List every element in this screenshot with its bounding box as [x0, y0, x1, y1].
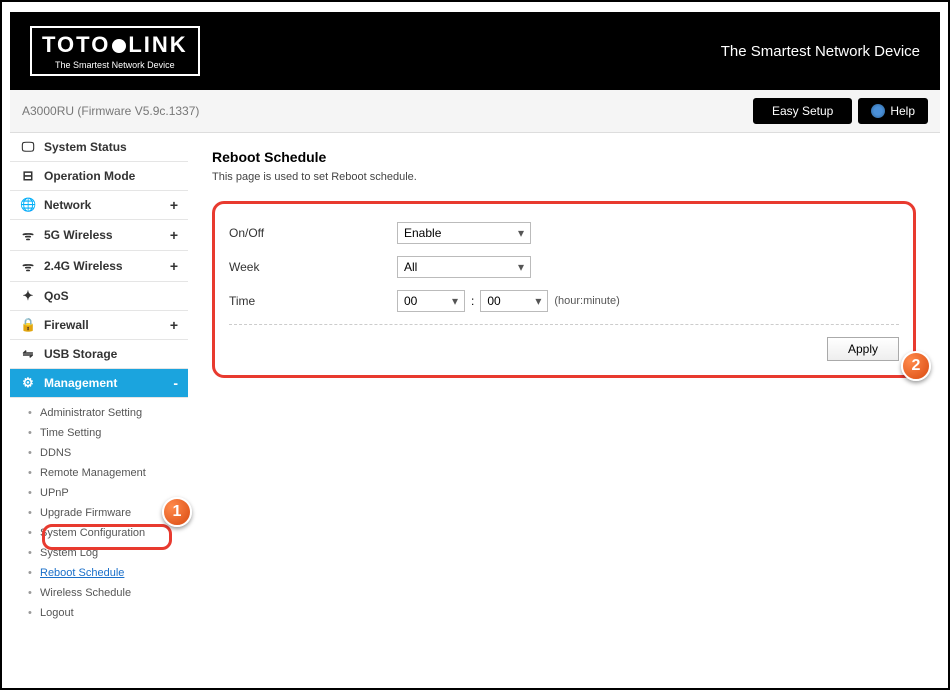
gear-icon: ⚙ — [20, 375, 36, 391]
content-area: Reboot Schedule This page is used to set… — [188, 133, 940, 628]
sidebar-item-qos[interactable]: ✦QoS — [10, 282, 188, 311]
qos-icon: ✦ — [20, 288, 36, 304]
sidebar-sub-reboot-schedule[interactable]: Reboot Schedule — [30, 563, 188, 583]
expand-icon: + — [170, 227, 178, 243]
monitor-icon: 🖵 — [20, 139, 36, 155]
callout-1-highlight — [42, 524, 172, 550]
help-icon — [871, 104, 885, 118]
sidebar-item-operation-mode[interactable]: ⊟Operation Mode — [10, 162, 188, 191]
sidebar-item-24g-wireless[interactable]: ᯤ2.4G Wireless+ — [10, 251, 188, 282]
header-bar: TOTO LINK The Smartest Network Device The… — [10, 12, 940, 90]
sidebar-item-management[interactable]: ⚙Management- — [10, 369, 188, 398]
time-hint: (hour:minute) — [554, 295, 619, 307]
header-slogan: The Smartest Network Device — [721, 43, 920, 60]
sidebar-sub-logout[interactable]: Logout — [30, 603, 188, 623]
minute-select[interactable]: 00 — [480, 290, 548, 312]
onoff-select[interactable]: Enable — [397, 222, 531, 244]
logo-sub: The Smartest Network Device — [42, 60, 188, 70]
logo-main: TOTO LINK — [42, 32, 188, 58]
wifi-icon: ᯤ — [20, 257, 36, 275]
sidebar-sub-ddns[interactable]: DDNS — [30, 443, 188, 463]
sidebar-item-firewall[interactable]: 🔒Firewall+ — [10, 311, 188, 340]
form-divider — [229, 324, 899, 325]
sidebar-sub-admin-setting[interactable]: Administrator Setting — [30, 403, 188, 423]
callout-1: 1 — [162, 497, 192, 527]
sidebar-item-usb-storage[interactable]: ⇋USB Storage — [10, 340, 188, 369]
easy-setup-button[interactable]: Easy Setup — [753, 98, 852, 124]
week-select[interactable]: All — [397, 256, 531, 278]
time-label: Time — [229, 294, 397, 308]
sidebar-sub-wireless-schedule[interactable]: Wireless Schedule — [30, 583, 188, 603]
logo-right: LINK — [128, 32, 187, 57]
onoff-label: On/Off — [229, 226, 397, 240]
collapse-icon: - — [173, 375, 178, 391]
usb-icon: ⇋ — [20, 346, 36, 362]
sidebar-item-network[interactable]: 🌐Network+ — [10, 191, 188, 220]
sidebar-sub-upnp[interactable]: UPnP — [30, 483, 188, 503]
sidebar: 🖵System Status ⊟Operation Mode 🌐Network+… — [10, 133, 188, 628]
sidebar-sub-remote-management[interactable]: Remote Management — [30, 463, 188, 483]
sidebar-item-system-status[interactable]: 🖵System Status — [10, 133, 188, 162]
callout-2: 2 — [901, 351, 931, 381]
globe-icon: 🌐 — [20, 197, 36, 213]
mode-icon: ⊟ — [20, 168, 36, 184]
wifi-icon: ᯤ — [20, 226, 36, 244]
sub-bar: A3000RU (Firmware V5.9c.1337) Easy Setup… — [10, 90, 940, 133]
sidebar-item-5g-wireless[interactable]: ᯤ5G Wireless+ — [10, 220, 188, 251]
logo-left: TOTO — [42, 32, 110, 57]
expand-icon: + — [170, 197, 178, 213]
help-button[interactable]: Help — [858, 98, 928, 124]
sidebar-sub-time-setting[interactable]: Time Setting — [30, 423, 188, 443]
model-label: A3000RU (Firmware V5.9c.1337) — [22, 104, 199, 118]
hour-select[interactable]: 00 — [397, 290, 465, 312]
apply-button[interactable]: Apply — [827, 337, 899, 361]
page-title: Reboot Schedule — [212, 149, 916, 165]
expand-icon: + — [170, 258, 178, 274]
week-label: Week — [229, 260, 397, 274]
time-colon: : — [471, 294, 474, 308]
logo: TOTO LINK The Smartest Network Device — [30, 26, 200, 76]
help-label: Help — [890, 104, 915, 118]
page-description: This page is used to set Reboot schedule… — [212, 171, 916, 183]
lock-icon: 🔒 — [20, 317, 36, 333]
expand-icon: + — [170, 317, 178, 333]
reboot-schedule-form: On/Off Enable Week All Time 00 : — [212, 201, 916, 378]
